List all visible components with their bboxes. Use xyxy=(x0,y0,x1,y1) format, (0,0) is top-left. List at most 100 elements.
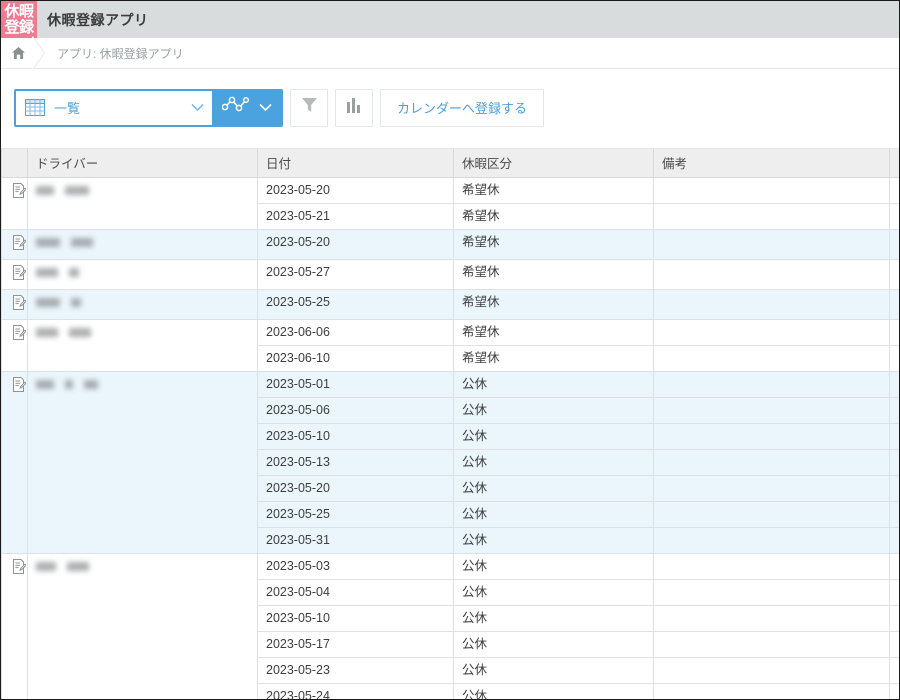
records-table: ドライバー 日付 休暇区分 備考 2023-05-20 希望休 2023-05-21… xyxy=(1,149,899,699)
cell-note xyxy=(653,578,890,606)
driver-name-masked xyxy=(36,236,93,248)
cell-spacer xyxy=(889,578,899,606)
edit-record-button[interactable] xyxy=(1,176,28,230)
cell-leave-type: 公休 xyxy=(453,474,654,502)
cell-date: 2023-05-06 xyxy=(257,396,454,424)
table-row[interactable]: 2023-05-27 希望休 xyxy=(1,258,899,290)
cell-leave-type: 希望休 xyxy=(453,318,654,346)
cell-note xyxy=(653,500,890,528)
cell-note xyxy=(653,552,890,580)
edit-record-icon xyxy=(12,376,27,401)
app-window: 休暇 登録 休暇登録アプリ アプリ: 休暇登録アプリ 一覧 カレンダーへ登録する… xyxy=(0,0,900,700)
edit-record-button[interactable] xyxy=(1,228,28,260)
cell-note xyxy=(653,370,890,398)
calendar-register-button[interactable]: カレンダーへ登録する xyxy=(380,88,545,127)
chevron-down-icon xyxy=(259,99,272,117)
page-title: 休暇登録アプリ xyxy=(47,11,149,28)
table-row[interactable]: 2023-05-20 希望休 xyxy=(1,176,899,230)
graph-view-button[interactable] xyxy=(212,90,281,125)
edit-record-icon xyxy=(12,264,27,289)
view-selector-group: 一覧 xyxy=(14,88,283,127)
cell-date: 2023-05-31 xyxy=(257,526,454,554)
cell-spacer xyxy=(889,656,899,684)
view-select[interactable]: 一覧 xyxy=(16,90,212,125)
edit-record-button[interactable] xyxy=(1,318,28,372)
table-row[interactable]: 2023-05-25 希望休 xyxy=(1,288,899,320)
cell-leave-type: 公休 xyxy=(453,578,654,606)
table-row[interactable]: 2023-05-20 希望休 xyxy=(1,228,899,260)
edit-record-icon xyxy=(12,558,27,583)
cell-spacer xyxy=(889,288,899,320)
driver-name-masked xyxy=(36,296,81,308)
cell-driver xyxy=(27,552,258,699)
breadcrumb-separator xyxy=(29,35,51,70)
cell-driver xyxy=(27,288,258,320)
table-header: ドライバー 日付 休暇区分 備考 xyxy=(1,149,899,178)
column-header-note[interactable]: 備考 xyxy=(653,149,890,178)
column-header-date[interactable]: 日付 xyxy=(257,149,454,178)
cell-spacer xyxy=(889,396,899,424)
cell-leave-type: 希望休 xyxy=(453,344,654,372)
cell-leave-type: 公休 xyxy=(453,656,654,684)
edit-record-icon xyxy=(12,234,27,259)
breadcrumb-label: アプリ: 休暇登録アプリ xyxy=(57,46,184,61)
cell-note xyxy=(653,526,890,554)
table-row[interactable]: 2023-06-06 希望休 xyxy=(1,318,899,372)
cell-note xyxy=(653,176,890,204)
cell-note xyxy=(653,396,890,424)
cell-date: 2023-05-20 xyxy=(257,474,454,502)
table-row[interactable]: 2023-05-03 公休 xyxy=(1,552,899,699)
edit-record-button[interactable] xyxy=(1,288,28,320)
cell-date: 2023-06-06 xyxy=(257,318,454,346)
driver-name-masked xyxy=(36,184,89,196)
cell-driver xyxy=(27,258,258,290)
cell-note xyxy=(653,474,890,502)
cell-spacer xyxy=(889,422,899,450)
cell-spacer xyxy=(889,318,899,346)
cell-leave-type: 希望休 xyxy=(453,176,654,204)
cell-note xyxy=(653,682,890,699)
cell-leave-type: 公休 xyxy=(453,552,654,580)
app-icon-line2: 登録 xyxy=(4,18,34,36)
cell-leave-type: 公休 xyxy=(453,630,654,658)
cell-leave-type: 公休 xyxy=(453,370,654,398)
cell-spacer xyxy=(889,682,899,699)
cell-date: 2023-06-10 xyxy=(257,344,454,372)
edit-record-button[interactable] xyxy=(1,370,28,554)
cell-date: 2023-05-04 xyxy=(257,578,454,606)
edit-record-icon xyxy=(12,324,27,349)
filter-button[interactable] xyxy=(290,88,328,127)
cell-driver xyxy=(27,228,258,260)
cell-leave-type: 希望休 xyxy=(453,258,654,290)
cell-leave-type: 公休 xyxy=(453,682,654,699)
bar-chart-icon xyxy=(346,97,362,118)
cell-spacer xyxy=(889,228,899,260)
edit-record-icon xyxy=(12,182,27,207)
chart-button[interactable] xyxy=(335,88,373,127)
cell-leave-type: 希望休 xyxy=(453,288,654,320)
cell-spacer xyxy=(889,500,899,528)
column-header-driver[interactable]: ドライバー xyxy=(27,149,258,178)
cell-leave-type: 公休 xyxy=(453,448,654,476)
column-header-leavetype[interactable]: 休暇区分 xyxy=(453,149,654,178)
column-header-spacer xyxy=(889,149,899,178)
cell-spacer xyxy=(889,474,899,502)
cell-spacer xyxy=(889,344,899,372)
cell-spacer xyxy=(889,552,899,580)
cell-date: 2023-05-23 xyxy=(257,656,454,684)
cell-spacer xyxy=(889,604,899,632)
table-row[interactable]: 2023-05-01 公休 xyxy=(1,370,899,554)
cell-note xyxy=(653,202,890,230)
edit-record-button[interactable] xyxy=(1,258,28,290)
home-icon[interactable] xyxy=(7,42,29,64)
cell-driver xyxy=(27,318,258,372)
cell-date: 2023-05-27 xyxy=(257,258,454,290)
cell-leave-type: 公休 xyxy=(453,526,654,554)
cell-leave-type: 希望休 xyxy=(453,202,654,230)
edit-record-button[interactable] xyxy=(1,552,28,699)
cell-date: 2023-05-25 xyxy=(257,500,454,528)
records-table-container[interactable]: ドライバー 日付 休暇区分 備考 2023-05-20 希望休 2023-05-21… xyxy=(1,148,899,699)
cell-note xyxy=(653,422,890,450)
cell-spacer xyxy=(889,176,899,204)
cell-date: 2023-05-17 xyxy=(257,630,454,658)
